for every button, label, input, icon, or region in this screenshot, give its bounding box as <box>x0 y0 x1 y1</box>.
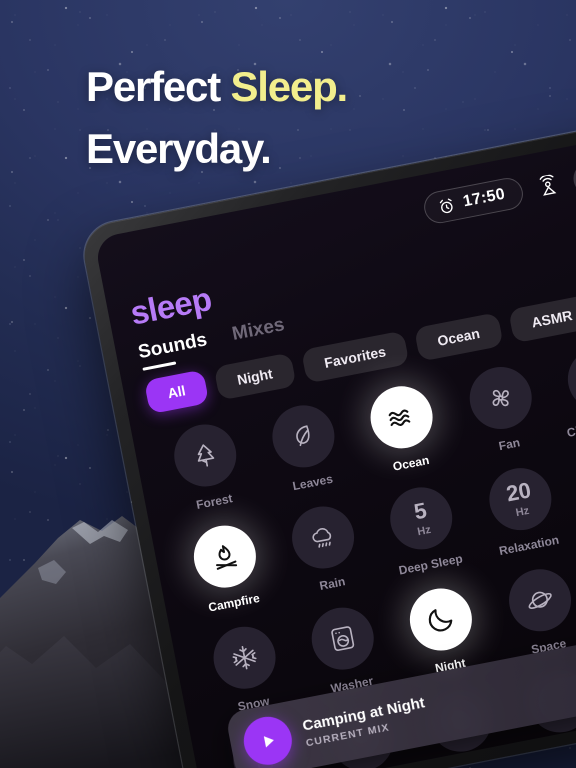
washer-icon <box>331 626 355 651</box>
sound-tile-relaxation[interactable]: 20 Hz Relaxation <box>469 460 576 561</box>
tab-mixes[interactable]: Mixes <box>230 314 287 353</box>
headline-line-1: Perfect Sleep. <box>86 56 348 118</box>
sound-disc <box>503 563 576 637</box>
snowflake-icon <box>232 645 257 670</box>
headline-text-accent: Sleep. <box>230 63 348 110</box>
chip-ocean[interactable]: Ocean <box>413 312 504 362</box>
marketing-headline: Perfect Sleep. Everyday. <box>86 56 348 180</box>
sound-tile-ocean[interactable]: Ocean <box>351 378 458 479</box>
sound-label: Forest <box>194 491 234 512</box>
sound-disc <box>405 583 478 656</box>
app-screen: 17:50 sleep Sounds Mixes All Night Favor… <box>93 136 576 768</box>
headline-line-2: Everyday. <box>86 125 272 173</box>
fan-icon <box>492 389 509 407</box>
waves-icon <box>389 409 411 426</box>
sound-tile-fan[interactable]: Fan <box>449 359 556 460</box>
alarm-button[interactable]: 17:50 <box>420 175 526 226</box>
sound-disc: 20 Hz <box>483 462 557 536</box>
sound-disc <box>464 361 537 435</box>
settings-button[interactable] <box>570 158 576 198</box>
sound-label: Deep Sleep <box>397 551 464 578</box>
sound-disc <box>208 621 281 695</box>
sound-disc: 5 Hz <box>385 481 459 555</box>
sound-label: Rain <box>318 574 347 593</box>
chip-all[interactable]: All <box>143 369 210 415</box>
tree-icon <box>197 444 215 467</box>
sound-tile-rain[interactable]: Rain <box>272 498 379 599</box>
play-icon <box>263 735 274 748</box>
alarm-clock-icon <box>439 198 453 213</box>
sound-tile-campfire[interactable]: Campfire <box>174 517 281 618</box>
moon-icon <box>429 608 453 632</box>
sound-tile-leaves[interactable]: Leaves <box>253 397 360 498</box>
chip-asmr[interactable]: ASMR <box>507 294 576 344</box>
planet-icon <box>528 591 552 609</box>
sound-tile-forest[interactable]: Forest <box>154 416 261 517</box>
chip-night[interactable]: Night <box>213 352 297 401</box>
frequency-unit: Hz <box>514 504 531 519</box>
sound-disc <box>306 602 380 675</box>
sound-label: Ocean <box>391 452 431 474</box>
sound-disc <box>562 342 576 416</box>
leaf-icon <box>296 425 310 447</box>
sound-disc <box>168 419 242 492</box>
frequency-value: 20 <box>504 476 533 506</box>
cast-button[interactable] <box>532 170 565 203</box>
chip-favorites[interactable]: Favorites <box>300 330 410 384</box>
tab-sounds[interactable]: Sounds <box>136 329 210 371</box>
cast-icon <box>539 174 557 196</box>
sound-label: Campfire <box>207 590 261 615</box>
sound-tile-deep-sleep[interactable]: 5 Hz Deep Sleep <box>371 479 478 580</box>
alarm-time-label: 17:50 <box>461 185 507 211</box>
sound-disc <box>267 399 341 473</box>
rain-cloud-icon <box>312 527 332 548</box>
sound-disc <box>286 501 360 574</box>
sound-disc <box>188 520 262 593</box>
sound-label: Fan <box>497 435 522 454</box>
sound-label: Leaves <box>291 471 334 494</box>
frequency-unit: Hz <box>416 523 432 538</box>
sound-label: City Ambience <box>565 410 576 440</box>
play-button[interactable] <box>239 712 296 768</box>
headline-text-white: Perfect <box>86 63 231 110</box>
frequency-value: 5 <box>411 497 429 524</box>
campfire-icon <box>216 545 238 570</box>
sound-disc <box>365 380 439 454</box>
sound-label: Relaxation <box>497 532 561 559</box>
